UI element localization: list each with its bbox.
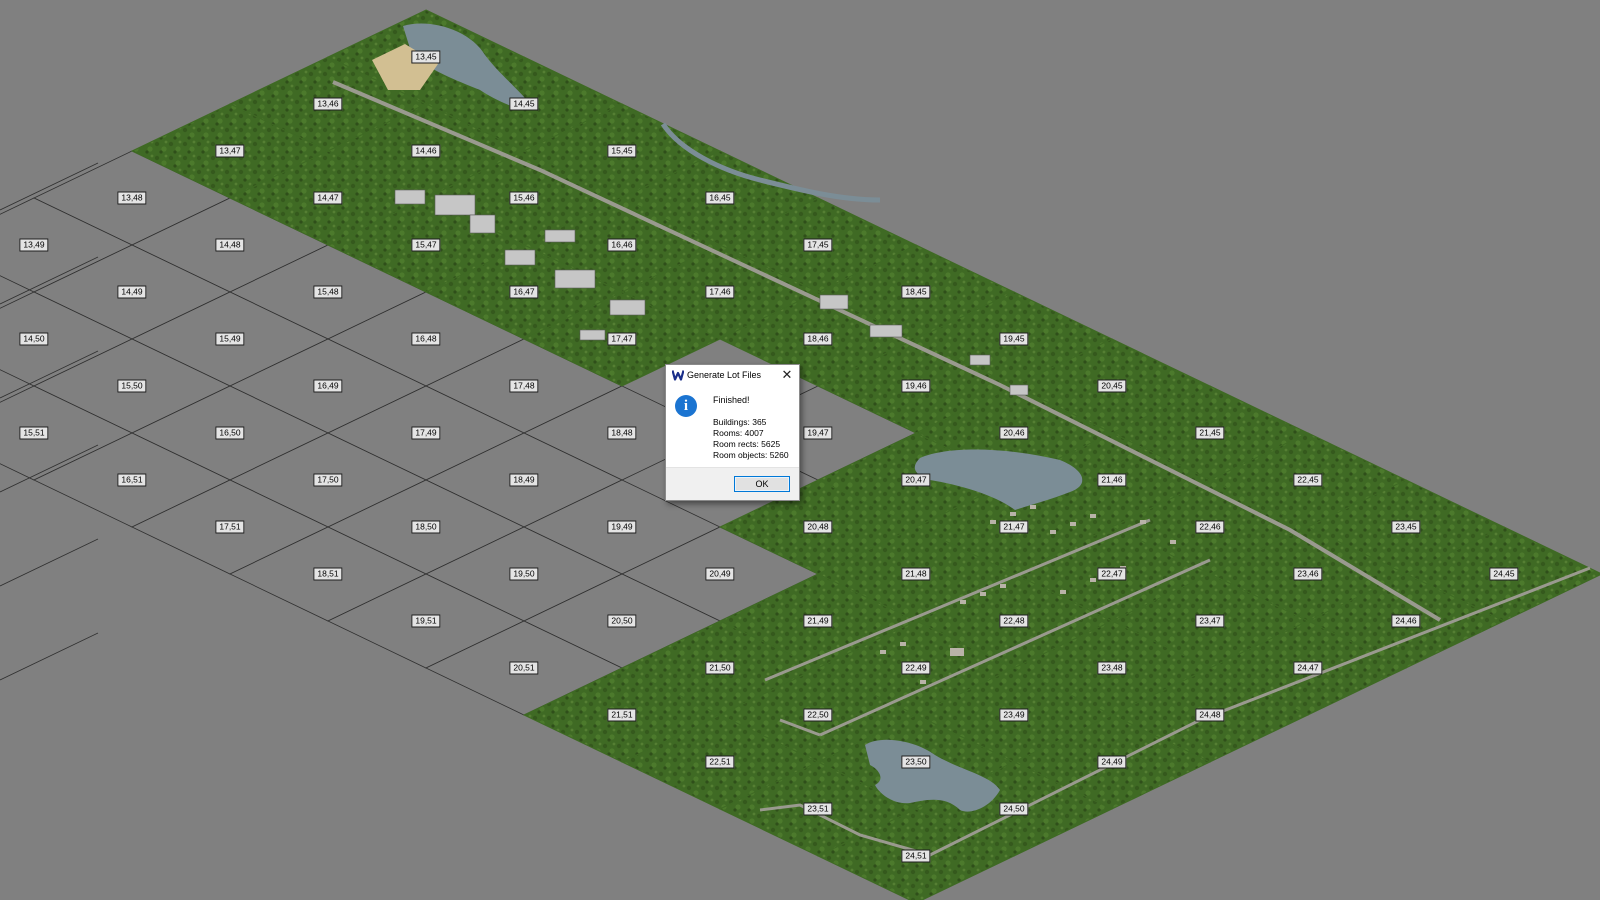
cell-label: 15,48 [313, 285, 343, 299]
cell-label: 20,45 [1097, 379, 1127, 393]
cell-label: 23,45 [1391, 520, 1421, 534]
cell-label: 22,48 [999, 614, 1029, 628]
dialog-footer: OK [666, 467, 799, 500]
cell-label: 23,48 [1097, 661, 1127, 675]
info-icon: i [675, 395, 697, 417]
map-view[interactable]: 13,45 14,45 15,45 16,45 17,45 18,45 19,45 20,45… [0, 0, 1600, 900]
cell-label: 17,46 [705, 285, 735, 299]
cell-label: 24,49 [1097, 755, 1127, 769]
cell-label: 23,50 [901, 755, 931, 769]
cell-label: 21,48 [901, 567, 931, 581]
cell-label: 16,51 [117, 473, 147, 487]
cell-label: 24,47 [1293, 661, 1323, 675]
cell-label: 20,48 [803, 520, 833, 534]
dialog-message: Finished! [713, 395, 750, 405]
cell-label: 23,47 [1195, 614, 1225, 628]
cell-label: 15,45 [607, 144, 637, 158]
cell-label: 16,46 [607, 238, 637, 252]
stat-room-rects: Room rects: 5625 [713, 439, 781, 449]
cell-label: 13,46 [313, 97, 343, 111]
grid-line [0, 538, 99, 587]
close-icon[interactable]: ✕ [779, 367, 795, 383]
world-map-canvas[interactable] [0, 0, 1600, 900]
cell-label: 18,50 [411, 520, 441, 534]
cell-label: 19,51 [411, 614, 441, 628]
cell-label: 17,48 [509, 379, 539, 393]
cell-label: 14,46 [411, 144, 441, 158]
cell-label: 16,49 [313, 379, 343, 393]
cell-label: 13,47 [215, 144, 245, 158]
ok-button[interactable]: OK [734, 476, 790, 492]
cell-label: 22,50 [803, 708, 833, 722]
cell-label: 24,45 [1489, 567, 1519, 581]
cell-label: 19,50 [509, 567, 539, 581]
app-w-icon [672, 370, 684, 381]
cell-label: 13,49 [19, 238, 49, 252]
cell-label: 18,45 [901, 285, 931, 299]
cell-label: 21,46 [1097, 473, 1127, 487]
cell-label: 24,51 [901, 849, 931, 863]
dialog-titlebar[interactable]: Generate Lot Files ✕ [666, 365, 799, 387]
cell-label: 24,50 [999, 802, 1029, 816]
cell-label: 18,49 [509, 473, 539, 487]
cell-label: 16,50 [215, 426, 245, 440]
cell-label: 24,48 [1195, 708, 1225, 722]
stat-buildings: Buildings: 365 [713, 417, 767, 427]
stat-rooms: Rooms: 4007 [713, 428, 764, 438]
cell-label: 18,51 [313, 567, 343, 581]
cell-label: 20,51 [509, 661, 539, 675]
cell-label: 16,45 [705, 191, 735, 205]
cell-label: 22,45 [1293, 473, 1323, 487]
cell-label: 21,50 [705, 661, 735, 675]
cell-label: 14,50 [19, 332, 49, 346]
dialog-stats: Buildings: 365 Rooms: 4007 Room rects: 5… [713, 417, 789, 461]
cell-label: 15,47 [411, 238, 441, 252]
cell-label: 23,46 [1293, 567, 1323, 581]
cell-label: 14,48 [215, 238, 245, 252]
cell-label: 24,46 [1391, 614, 1421, 628]
cell-label: 15,49 [215, 332, 245, 346]
cell-label: 19,47 [803, 426, 833, 440]
cell-label: 17,50 [313, 473, 343, 487]
cell-label: 16,47 [509, 285, 539, 299]
cell-label: 21,45 [1195, 426, 1225, 440]
cell-label: 13,45 [411, 50, 441, 64]
cell-label: 20,47 [901, 473, 931, 487]
cell-label: 17,45 [803, 238, 833, 252]
cell-label: 22,49 [901, 661, 931, 675]
cell-label: 15,51 [19, 426, 49, 440]
cell-label: 20,49 [705, 567, 735, 581]
cell-label: 17,51 [215, 520, 245, 534]
generate-lot-files-dialog: Generate Lot Files ✕ i Finished! Buildin… [665, 364, 800, 501]
cell-label: 19,49 [607, 520, 637, 534]
stat-room-objects: Room objects: 5260 [713, 450, 789, 460]
cell-label: 23,51 [803, 802, 833, 816]
cell-label: 17,49 [411, 426, 441, 440]
cell-label: 20,50 [607, 614, 637, 628]
cell-label: 15,46 [509, 191, 539, 205]
cell-label: 21,51 [607, 708, 637, 722]
cell-label: 20,46 [999, 426, 1029, 440]
cell-label: 16,48 [411, 332, 441, 346]
cell-label: 22,51 [705, 755, 735, 769]
cell-label: 17,47 [607, 332, 637, 346]
cell-label: 18,48 [607, 426, 637, 440]
cell-label: 21,49 [803, 614, 833, 628]
grid-line [0, 632, 99, 681]
cell-label: 23,49 [999, 708, 1029, 722]
cell-label: 14,47 [313, 191, 343, 205]
cell-label: 22,47 [1097, 567, 1127, 581]
cell-label: 18,46 [803, 332, 833, 346]
cell-label: 13,48 [117, 191, 147, 205]
cell-label: 21,47 [999, 520, 1029, 534]
dialog-title: Generate Lot Files [687, 370, 762, 380]
cell-label: 19,45 [999, 332, 1029, 346]
cell-label: 14,45 [509, 97, 539, 111]
cell-label: 14,49 [117, 285, 147, 299]
cell-label: 22,46 [1195, 520, 1225, 534]
cell-label: 15,50 [117, 379, 147, 393]
cell-label: 19,46 [901, 379, 931, 393]
